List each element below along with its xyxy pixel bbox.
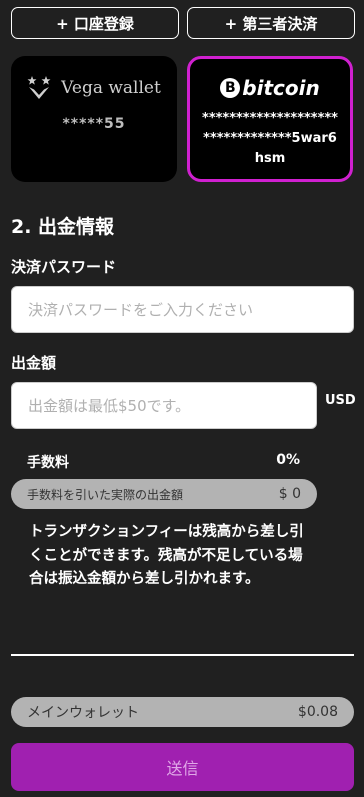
- divider: [11, 654, 354, 656]
- vega-wallet-name: Vega wallet: [61, 78, 161, 98]
- amount-label: 出金額: [11, 354, 57, 372]
- main-wallet-balance: $0.08: [297, 704, 338, 720]
- bitcoin-address: *********************************5war6hs…: [202, 111, 338, 166]
- vega-star-logo-icon: [27, 76, 51, 99]
- net-amount-bar: 手数料を引いた実際の出金額 $ 0: [11, 479, 317, 509]
- amount-input[interactable]: [11, 382, 317, 429]
- bitcoin-logo: B bitcoin: [220, 76, 320, 100]
- net-amount-label: 手数料を引いた実際の出金額: [27, 487, 184, 502]
- main-wallet-bar: メインウォレット $0.08: [11, 697, 354, 727]
- vega-wallet-card[interactable]: Vega wallet *****55: [11, 56, 177, 182]
- bitcoin-name: bitcoin: [242, 76, 320, 100]
- fee-value: 0%: [276, 452, 300, 468]
- add-account-button[interactable]: + 口座登録: [11, 7, 179, 39]
- fee-notice: トランザクションフィーは残高から差し引くことができます。残高が不足している場合は…: [29, 524, 304, 587]
- bitcoin-icon: B: [220, 78, 241, 98]
- bitcoin-card[interactable]: B bitcoin ******************************…: [187, 56, 353, 182]
- submit-button[interactable]: 送信: [11, 743, 354, 791]
- vega-logo: Vega wallet: [27, 74, 161, 102]
- main-wallet-label: メインウォレット: [27, 705, 139, 721]
- fee-label: 手数料: [27, 455, 69, 471]
- third-party-payment-button[interactable]: + 第三者決済: [187, 7, 355, 39]
- password-input[interactable]: [11, 286, 354, 333]
- section-title: 2. 出金情報: [11, 216, 115, 238]
- vega-wallet-number: *****55: [62, 116, 126, 132]
- net-amount-value: $ 0: [278, 486, 301, 502]
- currency-label: USD: [325, 393, 356, 408]
- password-label: 決済パスワード: [11, 258, 117, 276]
